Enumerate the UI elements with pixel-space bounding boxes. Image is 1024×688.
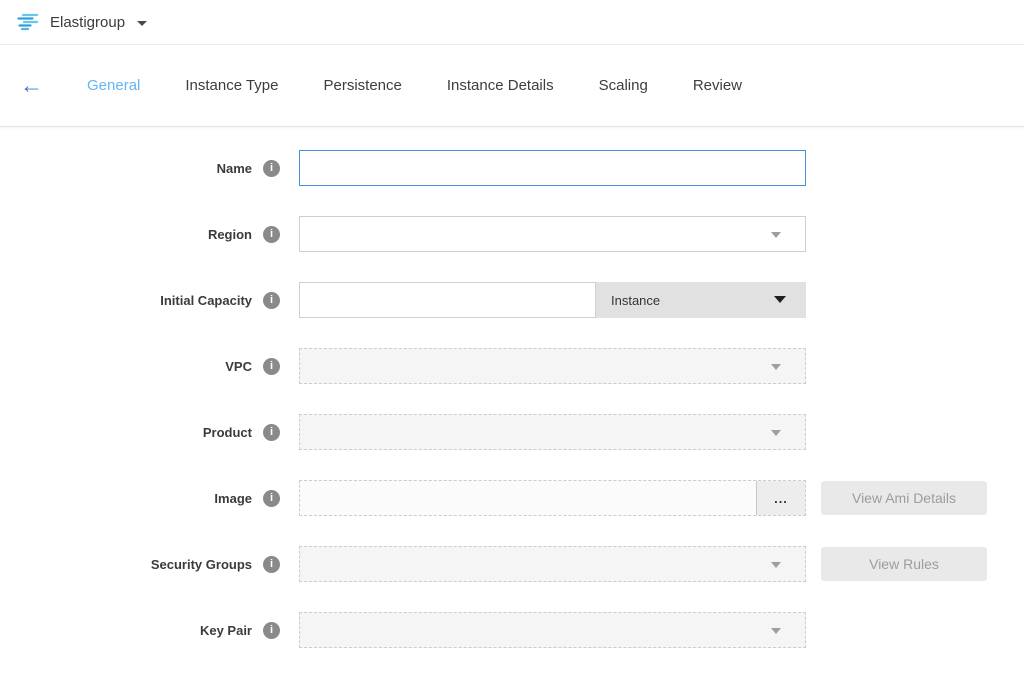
product-select[interactable] bbox=[299, 414, 806, 450]
chevron-down-icon bbox=[771, 364, 781, 370]
chevron-down-icon bbox=[771, 628, 781, 634]
form-row-name: Name i bbox=[0, 150, 1024, 186]
info-glyph: i bbox=[270, 228, 273, 240]
info-icon[interactable]: i bbox=[263, 358, 280, 375]
info-icon[interactable]: i bbox=[263, 622, 280, 639]
product-label: Product bbox=[0, 425, 252, 440]
tab-instance-type[interactable]: Instance Type bbox=[185, 77, 278, 94]
form-row-product: Product i bbox=[0, 414, 1024, 450]
form-row-initial-capacity: Initial Capacity i Instance bbox=[0, 282, 1024, 318]
form-row-image: Image i ... View Ami Details bbox=[0, 480, 1024, 516]
chevron-down-icon bbox=[774, 296, 786, 303]
info-glyph: i bbox=[270, 162, 273, 174]
elastigroup-logo-icon bbox=[14, 11, 40, 33]
topbar: Elastigroup bbox=[0, 0, 1024, 45]
region-label: Region bbox=[0, 227, 252, 242]
name-input[interactable] bbox=[299, 150, 806, 186]
general-form: Name i Region i Initial Capacity i Insta… bbox=[0, 127, 1024, 648]
info-icon[interactable]: i bbox=[263, 292, 280, 309]
wizard-tabbar: ← General Instance Type Persistence Inst… bbox=[0, 45, 1024, 127]
view-rules-button[interactable]: View Rules bbox=[821, 547, 987, 581]
tab-instance-details[interactable]: Instance Details bbox=[447, 77, 554, 94]
initial-capacity-label: Initial Capacity bbox=[0, 293, 252, 308]
app-switcher[interactable]: Elastigroup bbox=[14, 11, 147, 33]
info-icon[interactable]: i bbox=[263, 424, 280, 441]
key-pair-select[interactable] bbox=[299, 612, 806, 648]
info-glyph: i bbox=[270, 294, 273, 306]
security-groups-select[interactable] bbox=[299, 546, 806, 582]
form-row-security-groups: Security Groups i View Rules bbox=[0, 546, 1024, 582]
tab-general[interactable]: General bbox=[87, 77, 140, 94]
info-icon[interactable]: i bbox=[263, 556, 280, 573]
back-button[interactable]: ← bbox=[20, 74, 43, 97]
security-groups-label: Security Groups bbox=[0, 557, 252, 572]
tab-persistence[interactable]: Persistence bbox=[324, 77, 402, 94]
vpc-label: VPC bbox=[0, 359, 252, 374]
info-glyph: i bbox=[270, 360, 273, 372]
form-row-key-pair: Key Pair i bbox=[0, 612, 1024, 648]
initial-capacity-input[interactable] bbox=[299, 282, 596, 318]
key-pair-label: Key Pair bbox=[0, 623, 252, 638]
capacity-unit-select[interactable]: Instance bbox=[596, 282, 806, 318]
chevron-down-icon bbox=[771, 562, 781, 568]
info-glyph: i bbox=[270, 558, 273, 570]
browse-image-button[interactable]: ... bbox=[756, 481, 805, 515]
info-icon[interactable]: i bbox=[263, 490, 280, 507]
chevron-down-icon bbox=[137, 21, 147, 26]
info-glyph: i bbox=[270, 624, 273, 636]
info-icon[interactable]: i bbox=[263, 160, 280, 177]
name-label: Name bbox=[0, 161, 252, 176]
image-label: Image bbox=[0, 491, 252, 506]
form-row-vpc: VPC i bbox=[0, 348, 1024, 384]
image-value bbox=[300, 481, 756, 515]
app-name: Elastigroup bbox=[50, 14, 125, 31]
region-select[interactable] bbox=[299, 216, 806, 252]
info-icon[interactable]: i bbox=[263, 226, 280, 243]
tab-scaling[interactable]: Scaling bbox=[599, 77, 648, 94]
capacity-unit-value: Instance bbox=[611, 293, 660, 308]
image-input[interactable]: ... bbox=[299, 480, 806, 516]
chevron-down-icon bbox=[771, 430, 781, 436]
wizard-tabs: General Instance Type Persistence Instan… bbox=[87, 77, 742, 94]
info-glyph: i bbox=[270, 492, 273, 504]
form-row-region: Region i bbox=[0, 216, 1024, 252]
info-glyph: i bbox=[270, 426, 273, 438]
tab-review[interactable]: Review bbox=[693, 77, 742, 94]
ellipsis-icon: ... bbox=[774, 491, 788, 506]
chevron-down-icon bbox=[771, 232, 781, 238]
vpc-select[interactable] bbox=[299, 348, 806, 384]
view-ami-details-button[interactable]: View Ami Details bbox=[821, 481, 987, 515]
